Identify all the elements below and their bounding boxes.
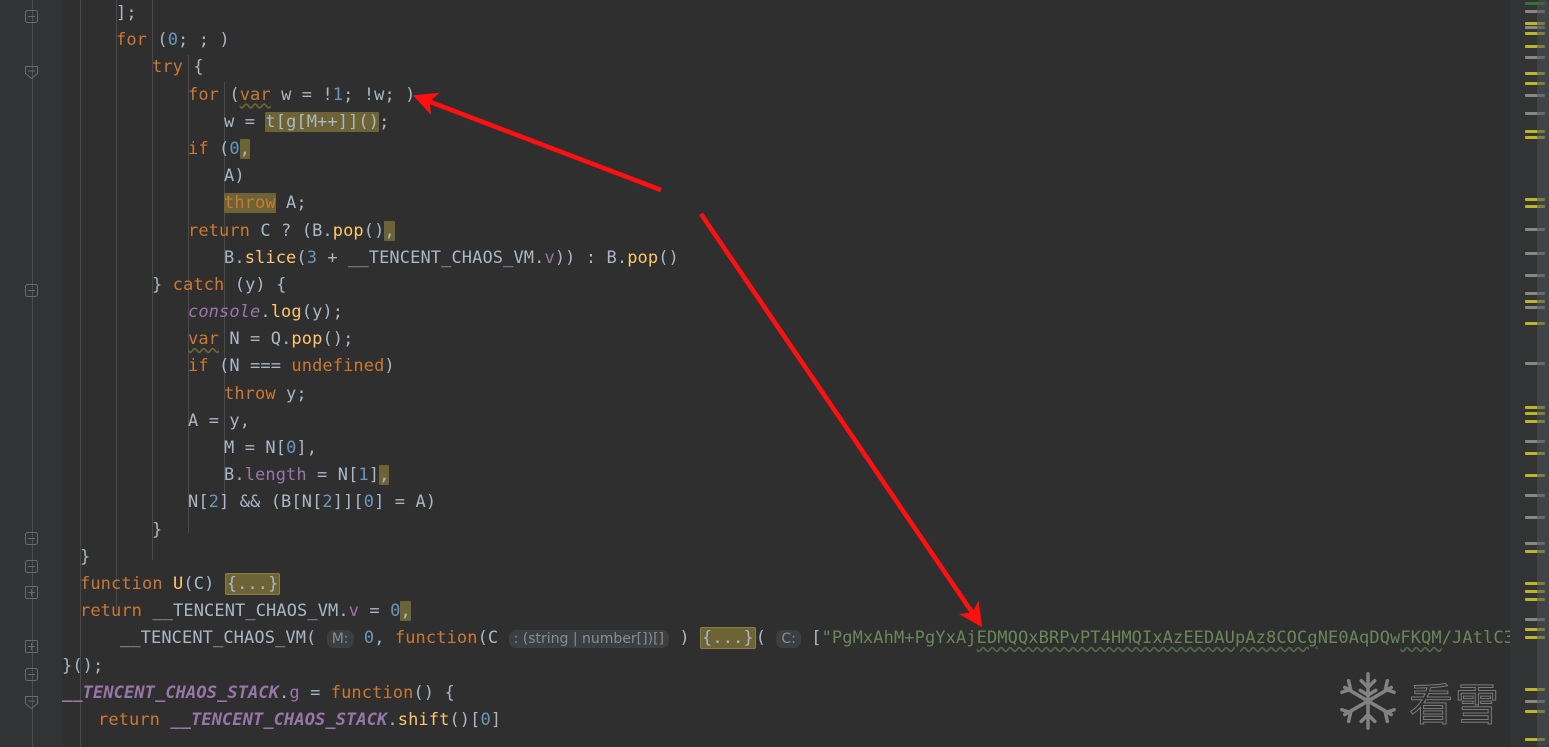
code-line[interactable]: }(); [62, 653, 1510, 680]
code-line[interactable]: } [62, 517, 1510, 544]
code-line[interactable]: N[2] && (B[N[2]][0] = A) [62, 489, 1510, 516]
code-line[interactable]: __TENCENT_CHAOS_STACK.g = function() { [62, 680, 1510, 707]
folded-code-region[interactable]: {...} [700, 627, 756, 650]
code-line[interactable]: } [62, 544, 1510, 571]
fold-region-line [32, 0, 33, 747]
code-line[interactable]: return __TENCENT_CHAOS_VM.v = 0, [62, 598, 1510, 625]
code-line[interactable]: B.length = N[1], [62, 462, 1510, 489]
inlay-hint-type: : (string | number[])[] [508, 630, 669, 649]
code-line[interactable]: } catch (y) { [62, 272, 1510, 299]
code-line[interactable]: throw A; [62, 190, 1510, 217]
vertical-scrollbar-thumb[interactable] [1537, 0, 1549, 747]
code-line[interactable]: B.slice(3 + __TENCENT_CHAOS_VM.v)) : B.p… [62, 245, 1510, 272]
code-line[interactable]: for (0; ; ) [62, 27, 1510, 54]
code-line[interactable]: function U(C) {...} [62, 571, 1510, 598]
code-line[interactable]: return __TENCENT_CHAOS_STACK.shift()[0] [62, 707, 1510, 734]
ide-code-editor-window: ]; for (0; ; ) try { for (var w = !1; !w… [0, 0, 1549, 747]
code-line[interactable]: throw y; [62, 381, 1510, 408]
long-encoded-string[interactable]: "PgMxAhM+PgYxAjEDMQQxBRPvPT4HMQIxAzEEDAU… [822, 628, 1510, 648]
code-line[interactable]: try { [62, 54, 1510, 81]
watermark: 看雪 [1337, 669, 1501, 733]
fold-marker-collapse[interactable] [24, 558, 41, 575]
code-line[interactable]: var N = Q.pop(); [62, 326, 1510, 353]
code-line[interactable]: A = y, [62, 408, 1510, 435]
code-line[interactable]: console.log(y); [62, 299, 1510, 326]
code-line[interactable]: A) [62, 163, 1510, 190]
fold-marker-collapse[interactable] [24, 530, 41, 547]
code-line[interactable]: for (var w = !1; !w; ) [62, 82, 1510, 109]
fold-marker-collapse[interactable] [24, 282, 41, 299]
code-text-area[interactable]: ]; for (0; ; ) try { for (var w = !1; !w… [62, 0, 1510, 747]
code-lines: ]; for (0; ; ) try { for (var w = !1; !w… [62, 0, 1510, 734]
code-line[interactable]: return C ? (B.pop(), [62, 218, 1510, 245]
fold-marker-expand-down[interactable] [24, 694, 41, 711]
fold-marker-collapse[interactable] [24, 8, 41, 25]
inlay-hint-parameter-m: M: [326, 630, 354, 649]
code-line[interactable]: if (0, [62, 136, 1510, 163]
code-line[interactable]: M = N[0], [62, 435, 1510, 462]
error-marker-stripe[interactable] [1510, 0, 1549, 747]
fold-marker-collapse[interactable] [24, 666, 41, 683]
watermark-text: 看雪 [1409, 680, 1501, 732]
fold-marker-expand-down[interactable] [24, 64, 41, 81]
snowflake-icon [1340, 672, 1396, 730]
inlay-hint-parameter-c: C: [776, 630, 801, 649]
code-line[interactable]: if (N === undefined) [62, 353, 1510, 380]
editor-gutter [0, 0, 62, 747]
fold-marker-plus[interactable] [24, 638, 41, 655]
code-line[interactable]: ]; [62, 0, 1510, 27]
code-line[interactable]: w = t[g[M++]](); [62, 109, 1510, 136]
folded-code-region[interactable]: {...} [224, 572, 281, 595]
fold-marker-plus[interactable] [24, 584, 41, 601]
code-line[interactable]: __TENCENT_CHAOS_VM( M: 0, function(C : (… [62, 625, 1510, 652]
